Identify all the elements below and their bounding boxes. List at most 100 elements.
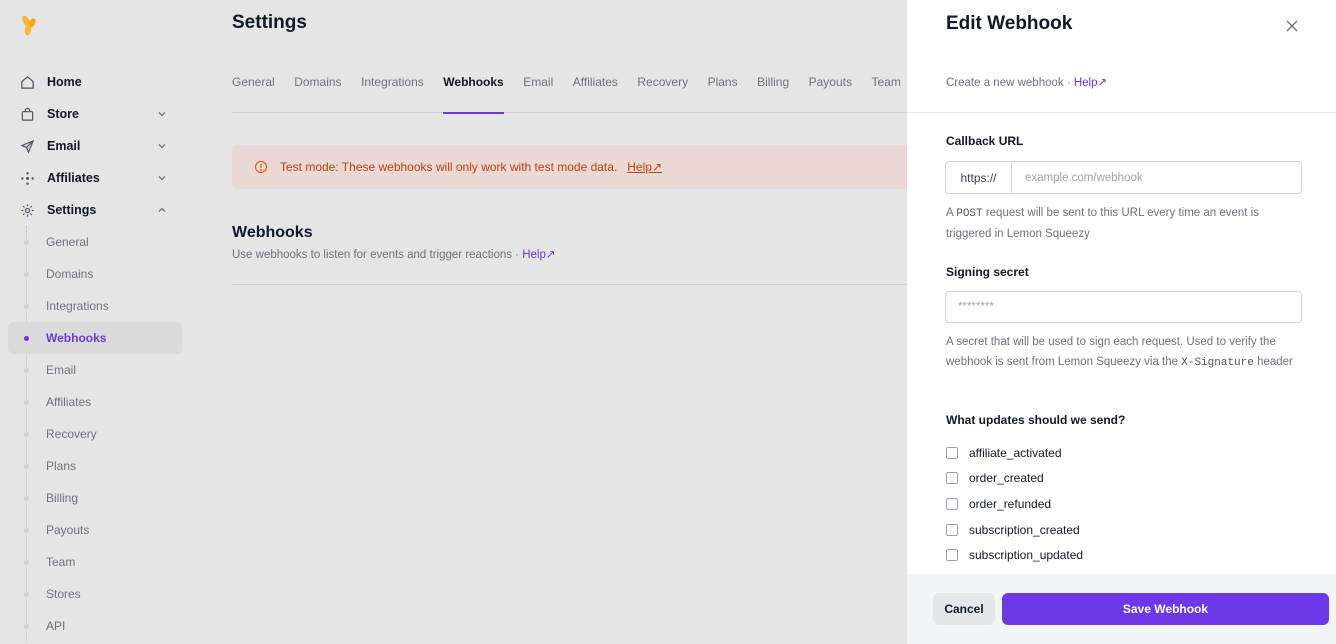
lemon-squeezy-logo[interactable] [19,14,39,38]
bag-icon [20,107,35,122]
tab-affiliates[interactable]: Affiliates [573,66,618,113]
network-icon [20,171,35,186]
sidebar-item-affiliates[interactable]: Affiliates [8,386,182,418]
bullet-dot [24,624,29,629]
signing-secret-help: A secret that will be used to sign each … [946,332,1296,373]
section-help-link[interactable]: Help↗ [522,249,555,261]
sub-item-label: Affiliates [46,395,92,409]
nav-item-home[interactable]: Home [8,66,182,98]
section-title: Webhooks [232,224,313,241]
tab-recovery[interactable]: Recovery [637,66,688,113]
panel-subtitle-text: Create a new webhook · [946,77,1074,89]
nav-item-label: Settings [47,203,97,217]
warning-icon [254,160,268,174]
checkbox[interactable] [946,472,958,485]
checkbox-order-refunded[interactable]: order_refunded [946,491,1083,517]
sub-item-label: Domains [46,267,94,281]
chevron-down-icon[interactable] [156,108,168,120]
bullet-dot [24,528,29,533]
sub-item-label: API [46,619,66,633]
callback-url-input[interactable] [1012,162,1301,193]
sidebar-item-email[interactable]: Email [8,354,182,386]
nav-item-email[interactable]: Email [8,130,182,162]
bullet-dot [24,464,29,469]
signing-secret-label: Signing secret [946,265,1029,279]
bullet-dot [24,368,29,373]
checkbox-affiliate-activated[interactable]: affiliate_activated [946,440,1083,466]
panel-help-link[interactable]: Help↗ [1074,77,1107,89]
sidebar-item-general[interactable]: General [8,226,182,258]
test-mode-banner: Test mode: These webhooks will only work… [232,145,922,189]
event-checkbox-list: affiliate_activated order_created order_… [946,440,1083,568]
sidebar-item-stores[interactable]: Stores [8,578,182,610]
sub-item-label: Integrations [46,299,109,313]
updates-label: What updates should we send? [946,413,1126,427]
sub-item-label: Email [46,363,77,377]
tab-integrations[interactable]: Integrations [361,66,424,113]
sidebar-item-recovery[interactable]: Recovery [8,418,182,450]
sidebar-item-integrations[interactable]: Integrations [8,290,182,322]
divider [907,112,1336,113]
panel-footer: Cancel Save Webhook [907,574,1336,644]
nav-item-store[interactable]: Store [8,98,182,130]
checkbox-subscription-updated[interactable]: subscription_updated [946,542,1083,568]
sidebar-item-api[interactable]: API [8,610,182,642]
checkbox[interactable] [946,446,958,459]
divider [232,284,922,285]
bullet-dot [24,272,29,277]
help-code: POST [956,208,983,220]
section-subtitle: Use webhooks to listen for events and tr… [232,247,556,261]
tab-general[interactable]: General [232,66,275,113]
nav-item-label: Store [47,107,79,121]
checkbox-label: order_created [969,471,1044,486]
help-text: request will be sent to this URL every t… [946,207,1259,240]
bullet-dot [24,560,29,565]
sidebar-item-billing[interactable]: Billing [8,482,182,514]
bullet-dot [24,400,29,405]
section-subtitle-text: Use webhooks to listen for events and tr… [232,249,523,261]
main-nav: Home Store Email Affiliates Settings [8,66,182,226]
close-icon[interactable] [1285,19,1299,33]
chevron-down-icon[interactable] [156,172,168,184]
bullet-dot [24,304,29,309]
checkbox[interactable] [946,549,958,562]
tab-team[interactable]: Team [871,66,900,113]
tab-domains[interactable]: Domains [294,66,341,113]
page-title: Settings [232,12,307,33]
bullet-dot [24,592,29,597]
checkbox[interactable] [946,497,958,510]
save-webhook-button[interactable]: Save Webhook [1002,593,1329,625]
gear-icon [20,203,35,218]
signing-secret-input[interactable] [946,292,1301,322]
chevron-up-icon[interactable] [156,204,168,216]
sidebar-item-webhooks[interactable]: Webhooks [8,322,182,354]
bullet-dot [24,336,29,341]
tab-payouts[interactable]: Payouts [809,66,852,113]
tab-billing[interactable]: Billing [757,66,789,113]
sidebar-item-team[interactable]: Team [8,546,182,578]
sidebar-item-plans[interactable]: Plans [8,450,182,482]
checkbox[interactable] [946,523,958,536]
home-icon [20,75,35,90]
sub-item-label: Stores [46,587,81,601]
nav-item-label: Affiliates [47,171,100,185]
tab-webhooks[interactable]: Webhooks [443,66,505,114]
tab-plans[interactable]: Plans [708,66,738,113]
banner-help-link[interactable]: Help↗ [627,160,662,174]
checkbox-subscription-created[interactable]: subscription_created [946,517,1083,543]
sub-item-label: Webhooks [46,331,107,345]
tab-email[interactable]: Email [523,66,553,113]
checkbox-label: subscription_created [969,522,1080,537]
help-text: header [1253,356,1293,368]
nav-item-settings[interactable]: Settings [8,194,182,226]
sidebar-item-payouts[interactable]: Payouts [8,514,182,546]
sidebar-item-domains[interactable]: Domains [8,258,182,290]
banner-text: Test mode: These webhooks will only work… [280,160,618,174]
send-icon [20,139,35,154]
chevron-down-icon[interactable] [156,140,168,152]
cancel-button[interactable]: Cancel [933,593,995,625]
sub-item-label: Recovery [46,427,97,441]
checkbox-label: subscription_updated [969,548,1084,563]
checkbox-order-created[interactable]: order_created [946,466,1083,492]
nav-item-affiliates[interactable]: Affiliates [8,162,182,194]
